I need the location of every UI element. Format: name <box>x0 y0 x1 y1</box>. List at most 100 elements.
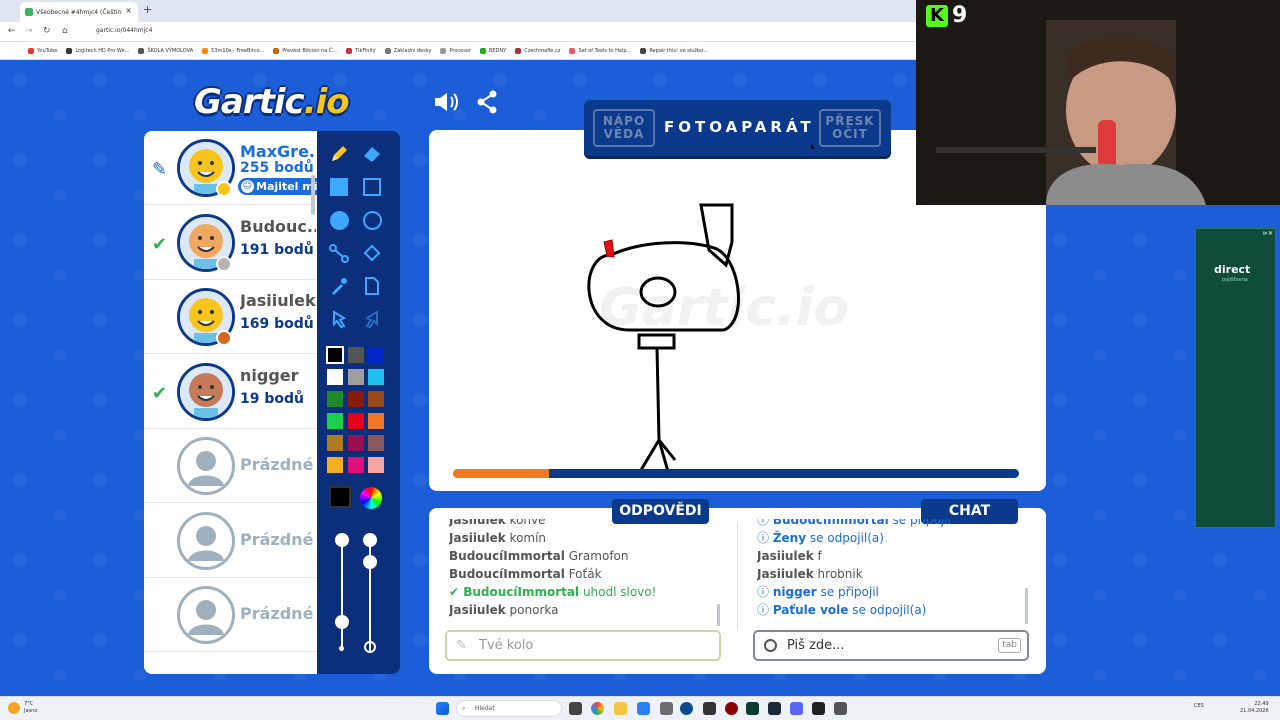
size-slider-track <box>341 541 343 651</box>
color-swatch[interactable] <box>368 391 384 407</box>
size-slider-handle[interactable] <box>335 533 349 547</box>
color-swatch[interactable] <box>327 369 343 385</box>
bookmark-item[interactable]: Repair this! ve službo... <box>640 47 708 54</box>
color-wheel-icon[interactable] <box>360 487 382 509</box>
opacity-slider-handle[interactable] <box>363 533 377 547</box>
forward-icon[interactable]: → <box>25 26 33 36</box>
color-swatch[interactable] <box>347 391 364 407</box>
bookmark-item[interactable]: ŠKOLA VÝMOLOVA <box>138 47 193 54</box>
skip-button[interactable]: PŘESK OČIT <box>819 109 881 147</box>
pencil-tool-icon[interactable] <box>327 142 351 166</box>
language-indicator[interactable]: CES <box>1194 703 1204 709</box>
color-swatch[interactable] <box>326 346 344 364</box>
player-list-scrollbar[interactable] <box>311 175 315 215</box>
ad-close-icon[interactable]: ⊳✕ <box>1263 230 1273 237</box>
color-swatch[interactable] <box>368 347 384 363</box>
redo-icon[interactable] <box>360 307 384 331</box>
color-swatch[interactable] <box>347 457 364 473</box>
new-page-icon[interactable] <box>360 274 384 298</box>
color-swatch[interactable] <box>347 347 364 363</box>
speaker-icon[interactable] <box>433 91 459 113</box>
bookmark-item[interactable]: Set of Tools to Help... <box>569 47 631 54</box>
back-icon[interactable]: ← <box>8 26 16 36</box>
player-card[interactable]: MaxGre...255 bodů ☺Majitel mís ✎ <box>144 131 317 205</box>
browser-tab[interactable]: Všeobecné #4hmjc4 (Češtin × <box>20 2 138 22</box>
advertisement-banner[interactable]: direct pojišťovna ⊳✕ <box>1195 228 1276 528</box>
color-swatch[interactable] <box>368 457 384 473</box>
app-icon-6[interactable] <box>834 702 847 715</box>
rectangle-outline-icon[interactable] <box>360 175 384 199</box>
bookmarks-bar: YouTube Logitech HD Pro We... ŠKOLA VÝMOLO… <box>0 42 916 60</box>
new-tab-icon[interactable]: + <box>143 3 152 16</box>
discord-icon[interactable] <box>790 702 803 715</box>
bookmark-item[interactable]: Základní desky <box>384 47 431 54</box>
reload-icon[interactable]: ↻ <box>43 26 51 36</box>
windows-start-icon[interactable] <box>436 702 449 715</box>
player-card[interactable]: Jasiiulek 169 bodů <box>144 280 317 354</box>
color-swatch[interactable] <box>347 413 364 429</box>
chat-scrollbar[interactable] <box>1025 588 1028 624</box>
undo-icon[interactable] <box>327 307 351 331</box>
player-card[interactable]: nigger 19 bodů ✔ <box>144 355 317 429</box>
eyedropper-icon[interactable] <box>327 274 351 298</box>
bookmark-item[interactable]: 53m10s - FreeBitco... <box>202 47 264 54</box>
app-icon-5[interactable] <box>746 702 759 715</box>
player-card[interactable]: Budouc... 191 bodů ✔ <box>144 206 317 280</box>
empty-slot[interactable]: Prázdné <box>144 429 317 503</box>
close-tab-icon[interactable]: × <box>125 6 132 15</box>
color-swatch[interactable] <box>327 413 343 429</box>
eraser-tool-icon[interactable] <box>360 142 384 166</box>
app-icon-2[interactable] <box>680 702 693 715</box>
taskbar-clock[interactable]: 22:49 21.04.2026 <box>1240 701 1269 715</box>
color-swatch[interactable] <box>347 369 364 385</box>
current-color[interactable] <box>329 486 351 508</box>
filled-rectangle-icon[interactable] <box>327 175 351 199</box>
home-icon[interactable]: ⌂ <box>62 26 68 36</box>
color-swatch[interactable] <box>347 435 364 451</box>
player-name: Jasiiulek <box>240 291 316 310</box>
color-swatch[interactable] <box>368 413 384 429</box>
color-swatch[interactable] <box>327 391 343 407</box>
steam-icon[interactable] <box>768 702 781 715</box>
bookmark-item[interactable]: YouTube <box>28 47 57 54</box>
fill-bucket-icon[interactable] <box>360 241 384 265</box>
empty-slot[interactable]: Prázdné <box>144 504 317 578</box>
share-icon[interactable] <box>476 90 498 114</box>
app-icon-1[interactable] <box>660 702 673 715</box>
kick-count: 9 <box>952 3 968 28</box>
app-icon-3[interactable] <box>703 702 716 715</box>
color-swatch[interactable] <box>327 457 343 473</box>
color-swatch[interactable] <box>368 435 384 451</box>
answers-scrollbar[interactable] <box>717 604 720 626</box>
circle-outline-icon[interactable] <box>360 208 384 232</box>
bookmark-item[interactable]: BEDNY <box>479 47 506 54</box>
task-view-icon[interactable] <box>569 702 582 715</box>
taskbar-search[interactable]: ⌕ Hledat <box>456 700 562 717</box>
size-slider-knob[interactable] <box>335 615 349 629</box>
bookmark-item[interactable]: Převést Bitcoin na Č... <box>273 47 337 54</box>
chat-message: ⓘ Paťule vole se odpojil(a) <box>757 603 927 617</box>
answer-input[interactable]: ✎ Tvé kolo <box>445 630 721 661</box>
bookmark-item[interactable]: Logitech HD Pro We... <box>66 47 129 54</box>
answers-list: Jasiiulek konve Jasiiulek komín BudoucíImm… <box>449 519 719 627</box>
bookmark-item[interactable]: Czechmafie.cz <box>515 47 560 54</box>
bookmark-item[interactable]: TikFinity <box>346 47 376 54</box>
obs-icon[interactable] <box>812 702 825 715</box>
app-icon-4[interactable] <box>725 702 738 715</box>
weather-widget[interactable]: 7°C Jasno <box>24 701 37 715</box>
file-explorer-icon[interactable] <box>614 702 627 715</box>
gartic-logo: Gartic.io <box>194 82 350 122</box>
opacity-slider-knob[interactable] <box>363 555 377 569</box>
url-field[interactable]: gartic.io/044hmjc4 <box>96 27 152 34</box>
mail-icon[interactable] <box>637 702 650 715</box>
chat-input[interactable]: Piš zde... tab <box>753 630 1029 661</box>
hint-button[interactable]: NÁPO VĚDA <box>593 109 655 147</box>
empty-slot[interactable]: Prázdné <box>144 578 317 652</box>
line-tool-icon[interactable] <box>327 241 351 265</box>
color-swatch[interactable] <box>368 369 384 385</box>
chat-message: ⓘ BudoucíImmortal se připojil <box>757 519 1027 529</box>
color-swatch[interactable] <box>327 435 343 451</box>
bookmark-item[interactable]: Procesor <box>440 47 471 54</box>
filled-circle-icon[interactable] <box>327 208 351 232</box>
chrome-icon[interactable] <box>591 702 604 715</box>
